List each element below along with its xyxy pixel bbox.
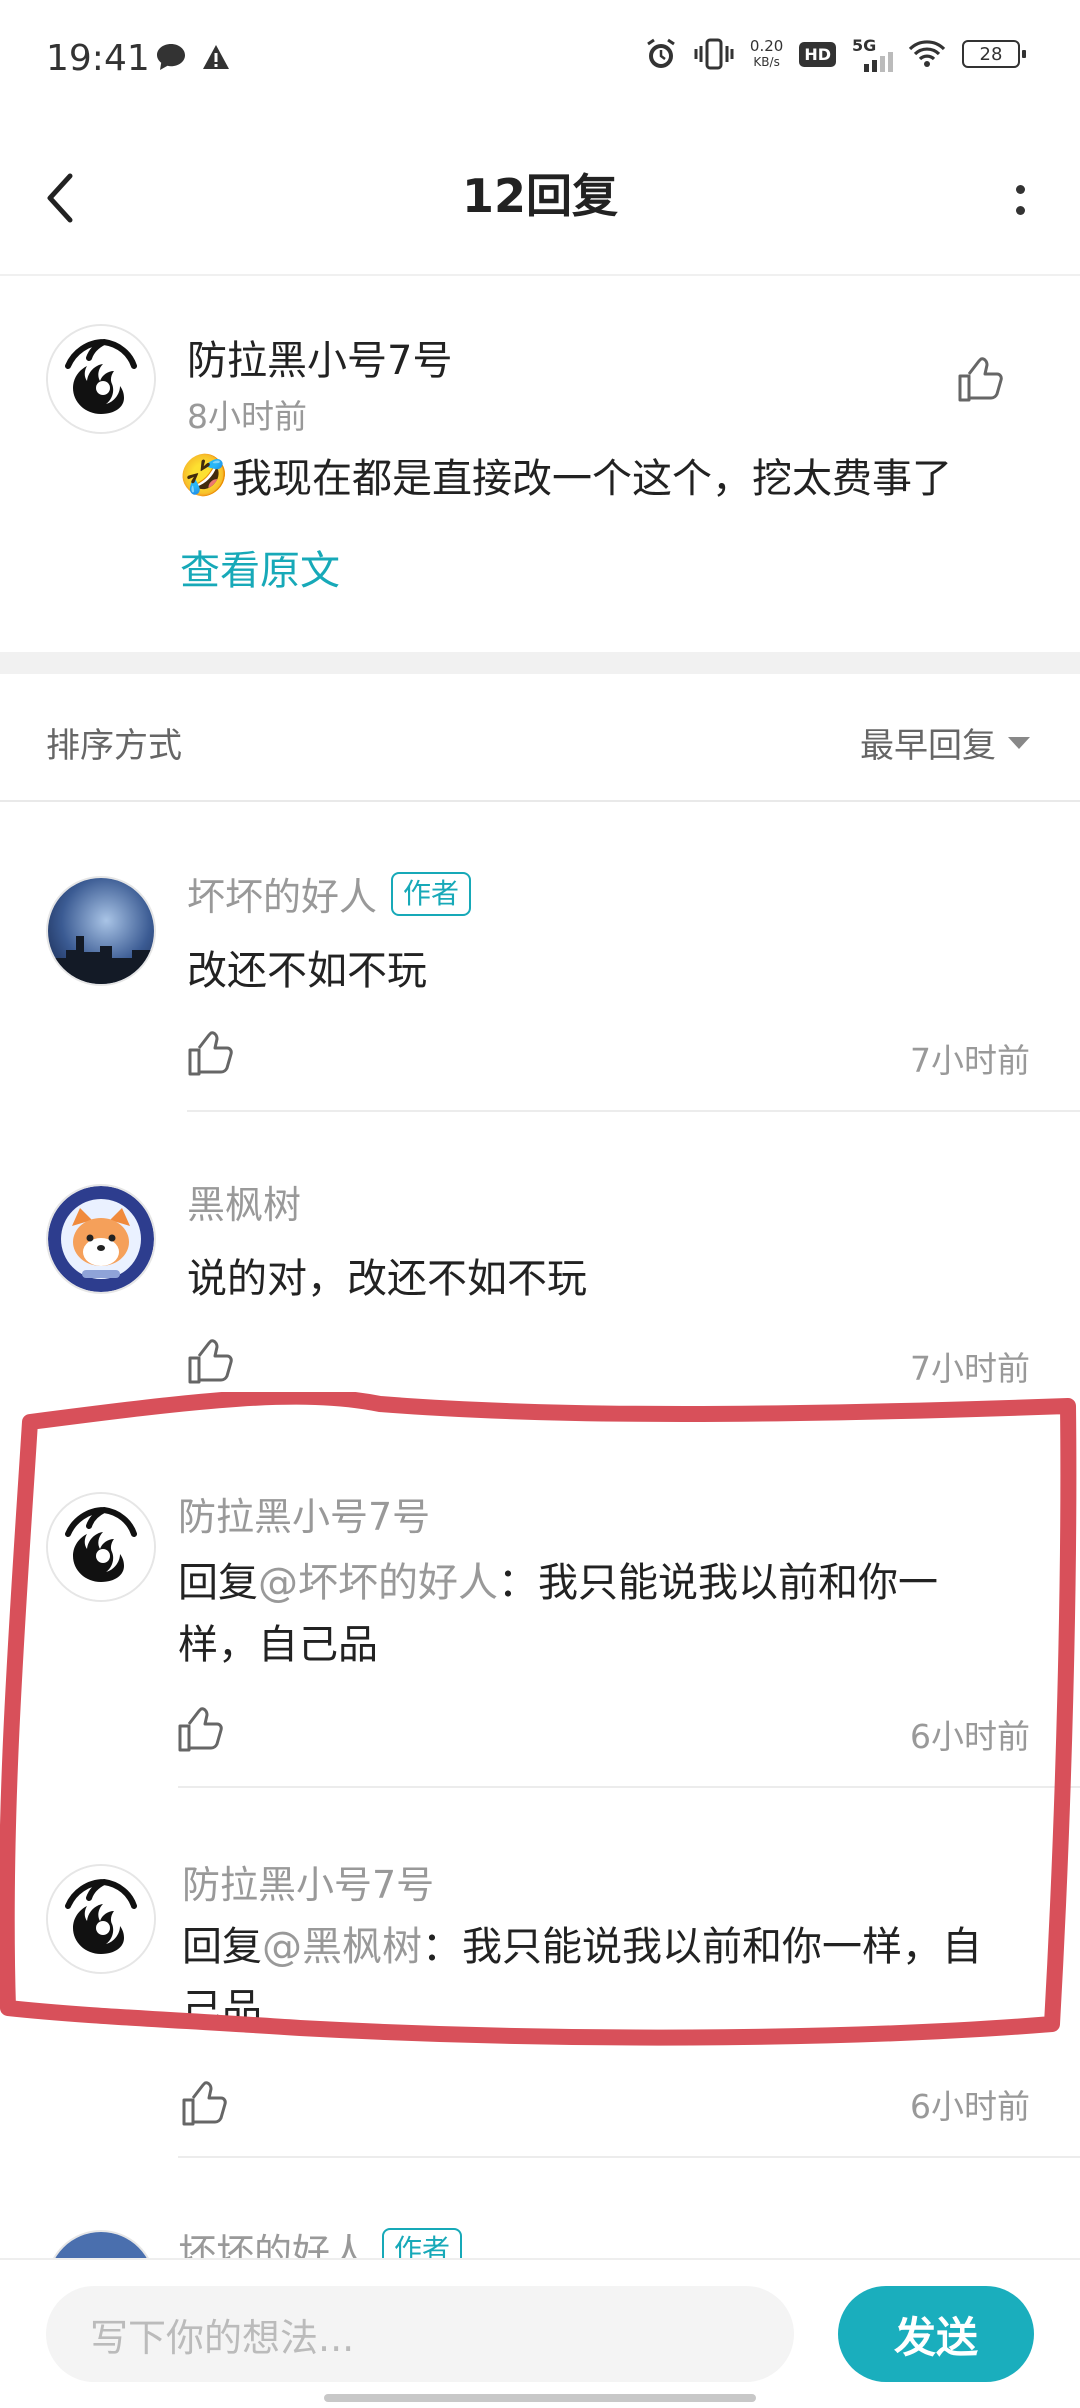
home-indicator[interactable] xyxy=(324,2394,756,2402)
reply-time: 7小时前 xyxy=(910,1041,1030,1080)
sort-label: 排序方式 xyxy=(46,726,182,766)
comment-author[interactable]: 防拉黑小号7号 xyxy=(187,328,452,386)
comment-input-bar: 写下你的想法... 发送 xyxy=(0,2258,1080,2408)
reply-item: 坏坏的好人 作者 xyxy=(0,2158,1080,2258)
message-icon xyxy=(157,44,185,70)
network-speed-unit: KB/s xyxy=(753,55,780,69)
reply-text: 说的对，改还不如不玩 xyxy=(187,1256,587,1302)
reply-item: 防拉黑小号7号 回复@坏坏的好人：我只能说我以前和你一 样，自己品 6小时前 xyxy=(0,1402,1080,1788)
like-icon[interactable] xyxy=(174,1704,226,1756)
reply-text: 回复@黑枫树：我只能说我以前和你一样，自 己品 xyxy=(182,1916,1032,2040)
send-button[interactable]: 发送 xyxy=(838,2286,1034,2382)
night-sky-avatar-icon xyxy=(48,878,154,984)
reply-author[interactable]: 坏坏的好人 作者 xyxy=(187,866,472,921)
reply-author-name: 坏坏的好人 xyxy=(187,875,378,919)
reply-author[interactable]: 坏坏的好人 作者 xyxy=(178,2222,463,2258)
caret-down-icon xyxy=(1008,736,1030,749)
avatar[interactable] xyxy=(46,324,156,434)
avatar[interactable] xyxy=(46,2230,156,2258)
reply-item: 坏坏的好人 作者 改还不如不玩 7小时前 xyxy=(0,804,1080,1112)
mention-link[interactable]: @坏坏的好人 xyxy=(258,1560,498,1606)
signal-5g-icon: 5G xyxy=(852,36,893,72)
reply-time: 7小时前 xyxy=(910,1349,1030,1388)
night-sky-avatar-icon xyxy=(48,2232,154,2258)
more-dot xyxy=(1015,185,1025,194)
avatar[interactable] xyxy=(46,1864,156,1974)
author-badge: 作者 xyxy=(391,871,472,916)
reply-item: 黑枫树 说的对，改还不如不玩 7小时前 xyxy=(0,1112,1080,1402)
comment-time: 8小时前 xyxy=(187,397,307,436)
reply-text-line: 己品 xyxy=(182,1986,262,2032)
warning-icon xyxy=(203,45,229,69)
like-icon[interactable] xyxy=(178,2078,230,2130)
reply-author-name: 黑枫树 xyxy=(187,1183,302,1227)
avatar[interactable] xyxy=(46,1492,156,1602)
hd-badge: HD xyxy=(799,41,836,67)
reply-prefix: 回复 xyxy=(178,1560,258,1606)
author-badge: 作者 xyxy=(382,2227,463,2258)
reply-author-name: 防拉黑小号7号 xyxy=(182,1863,435,1907)
avatar[interactable] xyxy=(46,876,156,986)
wifi-icon xyxy=(908,40,946,67)
reply-item: 防拉黑小号7号 回复@黑枫树：我只能说我以前和你一样，自 己品 6小时前 xyxy=(0,1788,1080,2158)
black-flame-logo-icon xyxy=(48,326,154,432)
sort-row: 排序方式 最早回复 xyxy=(0,674,1080,802)
rofl-emoji-icon: 🤣 xyxy=(179,452,229,499)
network-speed: 0.20 KB/s xyxy=(750,38,783,70)
reply-text: 回复@坏坏的好人：我只能说我以前和你一 样，自己品 xyxy=(178,1552,1008,1676)
black-flame-logo-icon xyxy=(48,1866,154,1972)
like-icon[interactable] xyxy=(184,1028,236,1080)
vibrate-icon xyxy=(694,38,734,70)
black-flame-logo-icon xyxy=(48,1494,154,1600)
page-title: 12回复 xyxy=(461,169,618,223)
reply-author-name: 坏坏的好人 xyxy=(178,2231,369,2258)
comment-text-body: 我现在都是直接改一个这个，挖太费事了 xyxy=(232,456,952,502)
status-time: 19:41 xyxy=(46,38,150,79)
mention-link[interactable]: @黑枫树 xyxy=(262,1924,422,1970)
reply-author[interactable]: 防拉黑小号7号 xyxy=(178,1486,430,1541)
reply-text: 改还不如不玩 xyxy=(187,948,427,994)
status-right-icons: 0.20 KB/s HD 5G 28 xyxy=(644,36,1026,72)
reply-prefix: 回复 xyxy=(182,1924,262,1970)
reply-author[interactable]: 黑枫树 xyxy=(187,1174,301,1229)
more-dot xyxy=(1015,206,1025,215)
reply-body: ：我只能说我以前和你一样，自 xyxy=(422,1924,982,1970)
battery-icon: 28 xyxy=(962,40,1026,68)
shiba-astronaut-avatar-icon xyxy=(48,1186,154,1292)
main-comment: 防拉黑小号7号 8小时前 🤣 我现在都是直接改一个这个，挖太费事了 查看原文 xyxy=(0,278,1080,652)
comment-input[interactable]: 写下你的想法... xyxy=(46,2286,794,2382)
more-options-button[interactable] xyxy=(990,160,1050,240)
avatar[interactable] xyxy=(46,1184,156,1294)
section-divider xyxy=(0,652,1080,674)
status-bar: 19:41 0.20 KB/s HD 5G 28 xyxy=(0,0,1080,120)
sort-dropdown[interactable]: 最早回复 xyxy=(860,718,1030,767)
reply-time: 6小时前 xyxy=(910,1717,1030,1756)
status-notification-icons xyxy=(155,42,231,72)
reply-author[interactable]: 防拉黑小号7号 xyxy=(182,1854,434,1909)
alarm-icon xyxy=(647,38,675,68)
comment-text: 🤣 我现在都是直接改一个这个，挖太费事了 xyxy=(179,446,952,504)
view-original-link[interactable]: 查看原文 xyxy=(180,538,340,596)
sort-selected-value: 最早回复 xyxy=(860,726,996,766)
reply-text-line: 回复@黑枫树：我只能说我以前和你一样，自 xyxy=(182,1916,1032,1978)
reply-time: 6小时前 xyxy=(910,2087,1030,2126)
top-bar: 12回复 xyxy=(0,120,1080,276)
reply-body: ：我只能说我以前和你一 xyxy=(498,1560,938,1606)
like-icon[interactable] xyxy=(184,1336,236,1388)
reply-author-name: 防拉黑小号7号 xyxy=(178,1495,431,1539)
reply-text-line: 回复@坏坏的好人：我只能说我以前和你一 xyxy=(178,1552,1008,1614)
reply-text-line: 样，自己品 xyxy=(178,1622,378,1668)
like-icon[interactable] xyxy=(954,354,1006,406)
network-speed-value: 0.20 xyxy=(749,37,784,55)
battery-level: 28 xyxy=(979,43,1003,65)
